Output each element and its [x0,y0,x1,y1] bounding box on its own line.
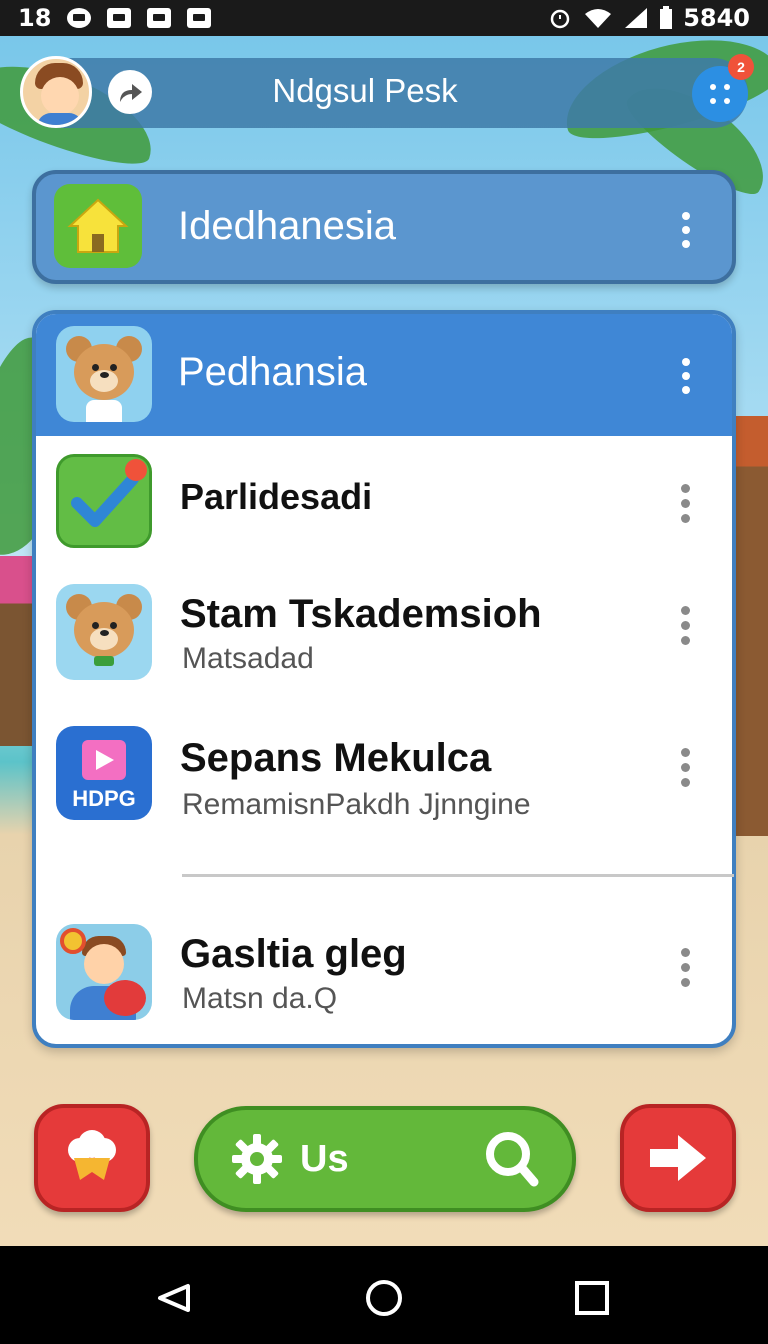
list-item-title: Gasltia gleg [180,932,407,976]
chef-hat-icon [68,1130,116,1180]
list-item-title: Stam Tskademsioh [180,592,542,636]
pill-label: Us [300,1138,349,1180]
mail-icon [107,8,132,28]
profile-avatar[interactable] [20,56,92,128]
panel-more-icon[interactable] [682,358,690,394]
battery-value: 5840 [683,4,750,32]
share-arrow-icon [120,84,142,102]
list-divider [182,874,734,877]
alarm-icon [550,9,570,29]
list-item-subtitle: Matsadad [182,642,314,675]
signal-icon [625,8,648,28]
list-item-more-icon[interactable] [680,484,690,523]
list-item-subtitle: RemamisnPakdh Jjnngine [182,788,531,821]
gear-icon[interactable] [230,1132,284,1186]
list-item-subtitle: Matsn da.Q [182,982,338,1015]
battery-icon [660,6,673,29]
bear-icon [56,326,152,422]
list-item-title: Sepans Mekulca [180,736,492,780]
home-circle-icon[interactable] [364,1278,404,1318]
wifi-icon [585,9,612,28]
boy-icon [56,924,152,1020]
notification-badge: 2 [728,54,754,80]
recents-square-icon[interactable] [574,1278,610,1318]
list-item-more-icon[interactable] [680,748,690,787]
notification-icon [67,8,92,28]
share-button[interactable] [108,70,152,114]
gift-video-icon: HDPG [56,726,152,820]
checkmark-icon [56,454,152,548]
media-icon [147,8,172,28]
icon-label: HDPG [72,786,136,811]
chef-button[interactable] [34,1104,150,1212]
panel-title: Pedhansia [178,350,368,394]
list-item-more-icon[interactable] [680,948,690,987]
home-icon [54,184,142,268]
header-title: Ndgsul Pesk [272,72,458,109]
status-time: 18 [18,4,52,32]
list-item-title: Parlidesadi [180,476,373,517]
bear-icon [56,584,152,680]
home-card-title: Idedhanesia [178,204,396,248]
list-item-more-icon[interactable] [680,606,690,645]
shield-icon [187,8,212,28]
grid-dots-icon [710,84,730,104]
back-triangle-icon[interactable] [154,1278,194,1318]
arrow-right-icon [650,1135,706,1181]
search-icon[interactable] [484,1130,540,1188]
home-card-more-icon[interactable] [682,212,690,248]
next-button[interactable] [620,1104,736,1212]
status-bar: 18 5840 [0,0,768,36]
